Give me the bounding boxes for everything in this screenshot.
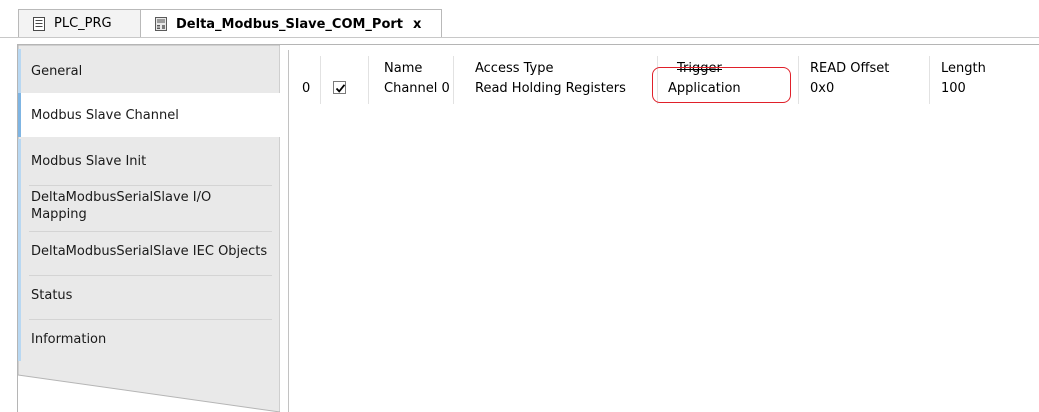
column-header-name[interactable]: Name [384,61,422,77]
tab-strip-divider [0,37,1039,38]
column-header-access-type[interactable]: Access Type [475,61,554,77]
sidebar-item-general[interactable]: General [18,49,280,96]
column-divider [657,56,658,104]
row-index: 0 [302,81,311,96]
channel-name-cell[interactable]: Channel 0 [384,81,450,97]
sidebar-item-label: DeltaModbusSerialSlave I/O Mapping [31,190,212,222]
tab-label: Delta_Modbus_Slave_COM_Port [176,16,404,32]
column-divider [929,56,930,104]
column-header-length[interactable]: Length [941,61,986,77]
length-cell[interactable]: 100 [941,81,966,97]
access-type-cell[interactable]: Read Holding Registers [475,81,626,97]
editor-window: PLC_PRG Delta_Modbus_Slave_COM_Port x Ge… [0,0,1039,412]
column-divider [320,56,321,104]
content-divider [288,50,289,412]
column-header-trigger[interactable]: Trigger [677,61,722,77]
sidebar-item-status[interactable]: Status [18,273,280,320]
sidebar-item-modbus-slave-init[interactable]: Modbus Slave Init [18,139,280,186]
sidebar-item-modbus-slave-channel[interactable]: Modbus Slave Channel [18,93,280,137]
sidebar-item-label: General [31,63,83,79]
sidebar-item-io-mapping[interactable]: DeltaModbusSerialSlave I/O Mapping [18,183,280,232]
sidebar-item-label: Status [31,287,73,303]
tab-label: PLC_PRG [54,16,112,31]
column-divider [368,56,369,104]
column-header-read-offset[interactable]: READ Offset [810,61,889,77]
close-icon[interactable]: x [413,17,421,32]
device-icon [155,17,167,31]
sidebar-item-label: Information [31,331,107,347]
program-file-icon [33,16,45,31]
checkmark-icon [335,84,346,93]
config-sidebar: General Modbus Slave Channel Modbus Slav… [18,45,280,412]
column-divider [453,56,454,104]
tab-plc-prg[interactable]: PLC_PRG [18,9,148,37]
tab-delta-modbus-slave-com-port[interactable]: Delta_Modbus_Slave_COM_Port x [140,9,442,38]
sidebar-item-label: Modbus Slave Init [31,153,147,169]
sidebar-item-label: Modbus Slave Channel [31,107,179,123]
sidebar-item-label: DeltaModbusSerialSlave IEC Objects [31,243,268,259]
document-tab-strip: PLC_PRG Delta_Modbus_Slave_COM_Port x [0,0,1039,38]
channel-enabled-checkbox[interactable] [333,81,346,94]
trigger-cell[interactable]: Application [668,81,741,97]
sidebar-item-information[interactable]: Information [18,317,280,361]
sidebar-item-iec-objects[interactable]: DeltaModbusSerialSlave IEC Objects [18,229,280,276]
column-divider [798,56,799,104]
strikethrough-mark [677,69,722,70]
read-offset-cell[interactable]: 0x0 [810,81,834,97]
